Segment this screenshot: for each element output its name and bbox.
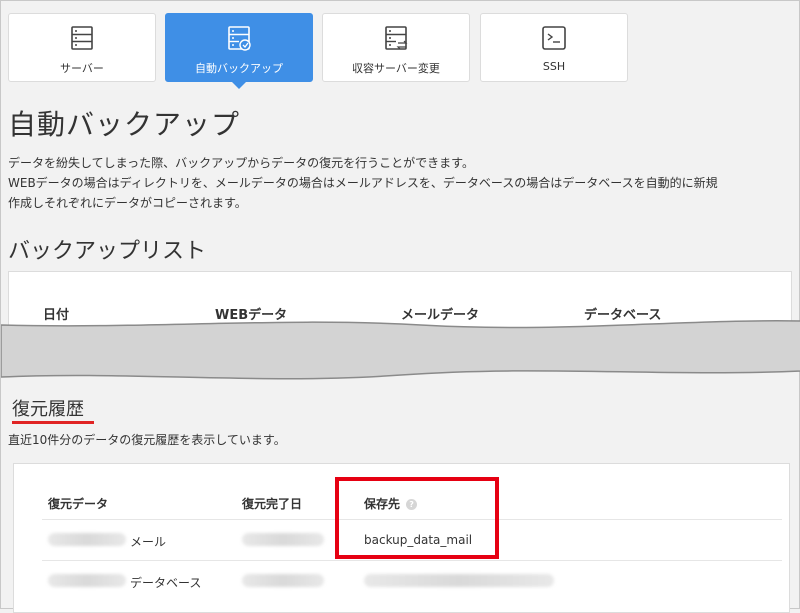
description-line-2: WEBデータの場合はディレクトリを、メールデータの場合はメールアドレスを、データ… <box>8 176 718 190</box>
terminal-icon <box>542 26 566 50</box>
restore-history-description: 直近10件分のデータの復元履歴を表示しています。 <box>8 433 286 447</box>
description-line-1: データを紛失してしまった際、バックアップからデータの復元を行うことができます。 <box>8 156 474 170</box>
tab-server-change-label: 収容サーバー変更 <box>352 62 440 75</box>
restore-history-title: 復元履歴 <box>12 399 84 420</box>
tab-ssh-label: SSH <box>542 60 566 73</box>
heading-underline <box>12 421 94 424</box>
redacted-completed-date <box>242 574 324 587</box>
tab-server[interactable]: サーバー <box>8 13 156 82</box>
tab-ssh[interactable]: SSH <box>480 13 628 82</box>
tab-server-change[interactable]: 収容サーバー変更 <box>322 13 470 82</box>
redacted-date <box>48 574 126 587</box>
server-list-icon <box>71 26 93 50</box>
torn-page-divider <box>1 320 800 380</box>
row-type: データベース <box>130 576 202 590</box>
backup-list-heading: バックアップリスト <box>8 239 207 264</box>
auto-backup-icon <box>228 26 251 51</box>
highlight-box <box>335 477 499 559</box>
page-frame: サーバー 自動バックアップ 収容サーバー変更 SSH 自動バックアップ データを… <box>0 0 800 613</box>
column-restore-data: 復元データ <box>48 497 109 511</box>
redacted-date <box>48 533 126 546</box>
tab-auto-backup[interactable]: 自動バックアップ <box>165 13 313 89</box>
redacted-completed-date <box>242 533 324 546</box>
description-line-3: 作成しそれぞれにデータがコピーされます。 <box>8 196 247 210</box>
restore-history-heading: 復元履歴 <box>12 395 94 424</box>
tab-server-label: サーバー <box>60 62 104 75</box>
page-description: データを紛失してしまった際、バックアップからデータの復元を行うことができます。 … <box>8 153 798 213</box>
row-divider <box>42 560 782 561</box>
column-restore-completed: 復元完了日 <box>242 497 303 511</box>
tab-auto-backup-label: 自動バックアップ <box>195 62 283 75</box>
server-change-icon <box>385 26 408 50</box>
row-type: メール <box>130 535 167 549</box>
redacted-destination <box>364 574 554 587</box>
page-title: 自動バックアップ <box>8 108 241 141</box>
